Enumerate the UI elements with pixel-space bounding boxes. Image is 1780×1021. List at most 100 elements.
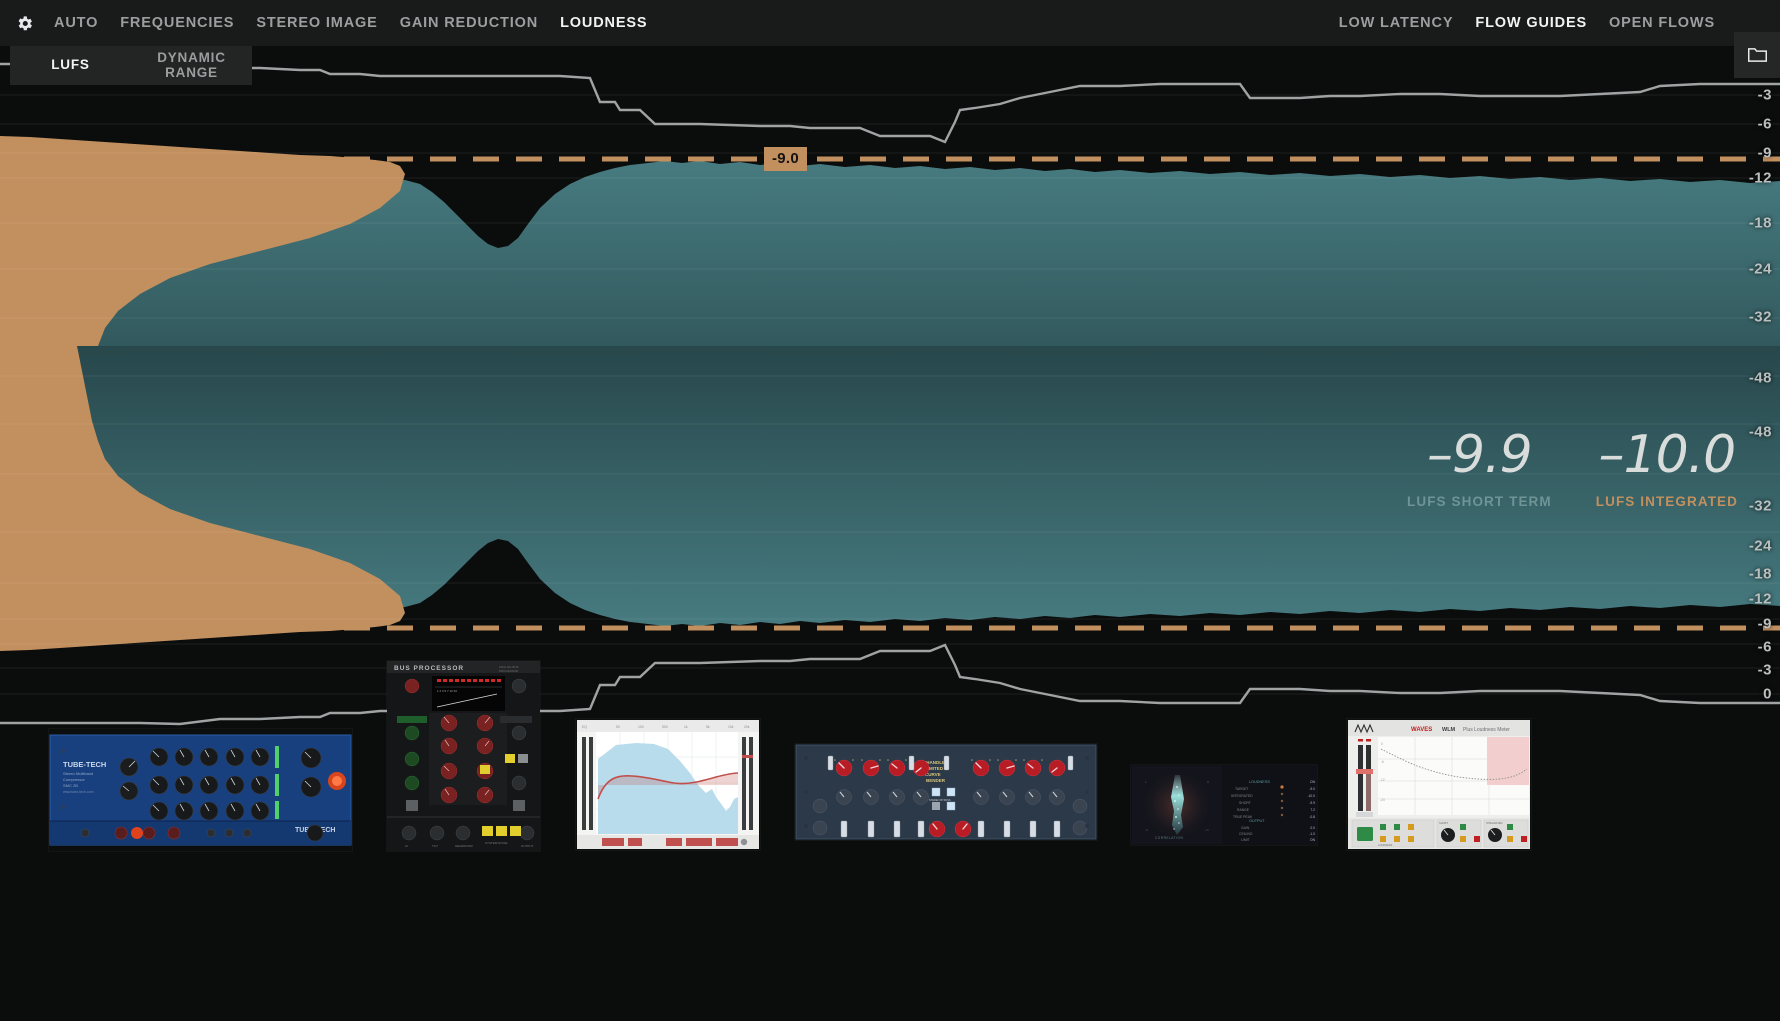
scale-label-bottom-1: -32	[1749, 498, 1772, 515]
nav-item-gain-reduction[interactable]: GAIN REDUCTION	[389, 0, 549, 46]
target-badge[interactable]: -9.0	[764, 147, 807, 171]
folder-icon[interactable]	[1734, 32, 1780, 78]
svg-text:LOUDNESS: LOUDNESS	[1249, 780, 1270, 784]
scale-label-bottom-2: -24	[1749, 538, 1772, 555]
sub-tabs: LUFS DYNAMIC RANGE	[10, 46, 252, 85]
svg-text:-10.0: -10.0	[1307, 794, 1315, 798]
nav-item-open-flows[interactable]: OPEN FLOWS	[1598, 0, 1726, 46]
svg-text:HEADROOM: HEADROOM	[455, 844, 473, 848]
svg-text:-9.0: -9.0	[1309, 787, 1315, 791]
scale-label-top-5: -24	[1749, 261, 1772, 278]
plugin-thumb-spectrum-eq[interactable]: EQ50100 5001k5k 10k20k	[576, 719, 760, 850]
tab-dynamic-range-label: DYNAMIC RANGE	[131, 51, 252, 80]
svg-text:-6: -6	[1381, 760, 1384, 764]
svg-text:ON: ON	[1310, 838, 1316, 842]
nav-item-low-latency[interactable]: LOW LATENCY	[1328, 0, 1465, 46]
svg-text:SHORT: SHORT	[1439, 821, 1448, 825]
readout-integrated-label: LUFS INTEGRATED	[1596, 494, 1738, 509]
svg-text:500: 500	[662, 725, 668, 729]
svg-text:BUS PROCESSOR: BUS PROCESSOR	[394, 665, 464, 672]
nav-item-flow-guides[interactable]: FLOW GUIDES	[1464, 0, 1598, 46]
svg-text:100: 100	[638, 725, 644, 729]
svg-text:AI: AI	[405, 844, 408, 848]
svg-text:GAIN: GAIN	[1241, 826, 1250, 830]
svg-text:1k: 1k	[684, 725, 688, 729]
plugin-thumb-waves-mastering[interactable]: WAVES WLM Plus Loudness Meter 0-6-12-24	[1347, 719, 1531, 850]
svg-text:-12: -12	[1380, 778, 1385, 782]
svg-text:RANGE: RANGE	[1237, 808, 1250, 812]
svg-text:WLM: WLM	[1442, 727, 1456, 733]
svg-text:Plus Loudness Meter: Plus Loudness Meter	[1463, 727, 1510, 733]
svg-text:CORRELATION: CORRELATION	[1155, 836, 1183, 840]
plugin-strip: TUBE-TECH Stereo Multiband Compressor SM…	[0, 741, 1780, 1021]
readout-integrated-value: –10.0	[1596, 429, 1738, 481]
svg-text:-S: -S	[1145, 828, 1148, 832]
svg-text:ON: ON	[1310, 780, 1316, 784]
loudness-meter-app: -3 -6 -9 -12 -18 -24 -32 -48 -48 -32 -24…	[0, 0, 1780, 1021]
nav-item-loudness[interactable]: LOUDNESS	[549, 0, 658, 46]
scale-label-top-4: -18	[1749, 215, 1772, 232]
scale-label-bottom-7: -3	[1758, 662, 1772, 679]
scale-label-bottom-3: -18	[1749, 566, 1772, 583]
svg-text:10k: 10k	[728, 725, 734, 729]
svg-text:PROCESSOR: PROCESSOR	[499, 669, 519, 673]
scale-label-bottom-6: -6	[1758, 639, 1772, 656]
scale-label-top-3: -12	[1749, 170, 1772, 187]
nav-item-frequencies[interactable]: FREQUENCIES	[109, 0, 245, 46]
svg-text:Compressor: Compressor	[63, 777, 85, 782]
scale-label-bottom-8: 0	[1763, 686, 1772, 703]
svg-text:EQ: EQ	[582, 725, 587, 729]
scale-label-top-1: -6	[1758, 116, 1772, 133]
scale-label-bottom-4: -12	[1749, 591, 1772, 608]
readout-short-term-label: LUFS SHORT TERM	[1407, 494, 1552, 509]
scale-label-bottom-0: -48	[1749, 424, 1772, 441]
svg-text:7.2: 7.2	[1310, 808, 1315, 812]
svg-text:CEILING: CEILING	[1239, 832, 1253, 836]
svg-text:TARGET: TARGET	[1235, 787, 1249, 791]
tab-lufs[interactable]: LUFS	[10, 46, 131, 85]
top-nav-left-group: AUTO FREQUENCIES STEREO IMAGE GAIN REDUC…	[0, 0, 658, 46]
svg-text:www.tube-tech.com: www.tube-tech.com	[63, 790, 94, 794]
svg-text:SYSTEM NOISE: SYSTEM NOISE	[485, 841, 508, 845]
svg-text:BENDER: BENDER	[926, 778, 946, 783]
svg-text:TRUE PEAK: TRUE PEAK	[1233, 815, 1253, 819]
svg-text:INTEGRATED: INTEGRATED	[1486, 821, 1503, 825]
svg-text:OUTPUT: OUTPUT	[521, 844, 534, 848]
tab-dynamic-range[interactable]: DYNAMIC RANGE	[131, 46, 252, 85]
plugin-thumb-bus-processor[interactable]: BUS PROCESSOR ANALOG BUS PROCESSOR 1 2 3…	[387, 661, 540, 851]
scale-label-top-6: -32	[1749, 309, 1772, 326]
svg-text:-24: -24	[1380, 798, 1385, 802]
svg-text:TUBE-TECH: TUBE-TECH	[63, 760, 106, 769]
svg-text:+S: +S	[1205, 828, 1209, 832]
gear-icon[interactable]	[14, 13, 34, 33]
nav-item-stereo-image[interactable]: STEREO IMAGE	[245, 0, 388, 46]
svg-text:STEREO BYPASS: STEREO BYPASS	[929, 798, 951, 802]
svg-text:INTEGRATED: INTEGRATED	[1231, 794, 1253, 798]
svg-text:20k: 20k	[744, 725, 750, 729]
loudness-graph[interactable]: -3 -6 -9 -12 -18 -24 -32 -48 -48 -32 -24…	[0, 46, 1780, 741]
readout-short-term-value: –9.9	[1407, 429, 1552, 481]
svg-text:-0.8: -0.8	[1309, 815, 1315, 819]
loudness-graph-svg	[0, 46, 1780, 741]
plugin-thumb-stereo-scope[interactable]: LR -S+S CORRELATION LOUDNESSOUTPUT TARGE…	[1131, 765, 1317, 845]
readouts-group: –9.9 LUFS SHORT TERM –10.0 LUFS INTEGRAT…	[1407, 429, 1738, 509]
svg-text:-9.9: -9.9	[1309, 801, 1315, 805]
svg-text:-1.0: -1.0	[1309, 832, 1315, 836]
readout-short-term: –9.9 LUFS SHORT TERM	[1407, 429, 1552, 509]
svg-text:SMC 2B: SMC 2B	[63, 783, 78, 788]
scale-label-top-0: -3	[1758, 87, 1772, 104]
svg-text:OUTPUT: OUTPUT	[1249, 819, 1265, 823]
svg-text:TILT: TILT	[432, 844, 438, 848]
plugin-thumb-curve-bender[interactable]: CHANDLER LIMITED CURVE BENDER	[795, 744, 1097, 840]
svg-text:1 2 3 5 7 10 20: 1 2 3 5 7 10 20	[437, 689, 457, 693]
svg-text:Stereo Multiband: Stereo Multiband	[63, 771, 93, 776]
nav-item-auto[interactable]: AUTO	[43, 0, 109, 46]
top-nav-right-group: LOW LATENCY FLOW GUIDES OPEN FLOWS	[1328, 0, 1726, 46]
plugin-thumb-tube-tech[interactable]: TUBE-TECH Stereo Multiband Compressor SM…	[49, 729, 352, 851]
svg-text:5k: 5k	[706, 725, 710, 729]
svg-text:0.0: 0.0	[1310, 826, 1315, 830]
svg-text:0: 0	[1381, 742, 1383, 746]
svg-text:LOUDNESS: LOUDNESS	[1378, 843, 1393, 847]
scale-label-top-2: -9	[1758, 145, 1772, 162]
svg-text:LIMIT: LIMIT	[1241, 838, 1250, 842]
